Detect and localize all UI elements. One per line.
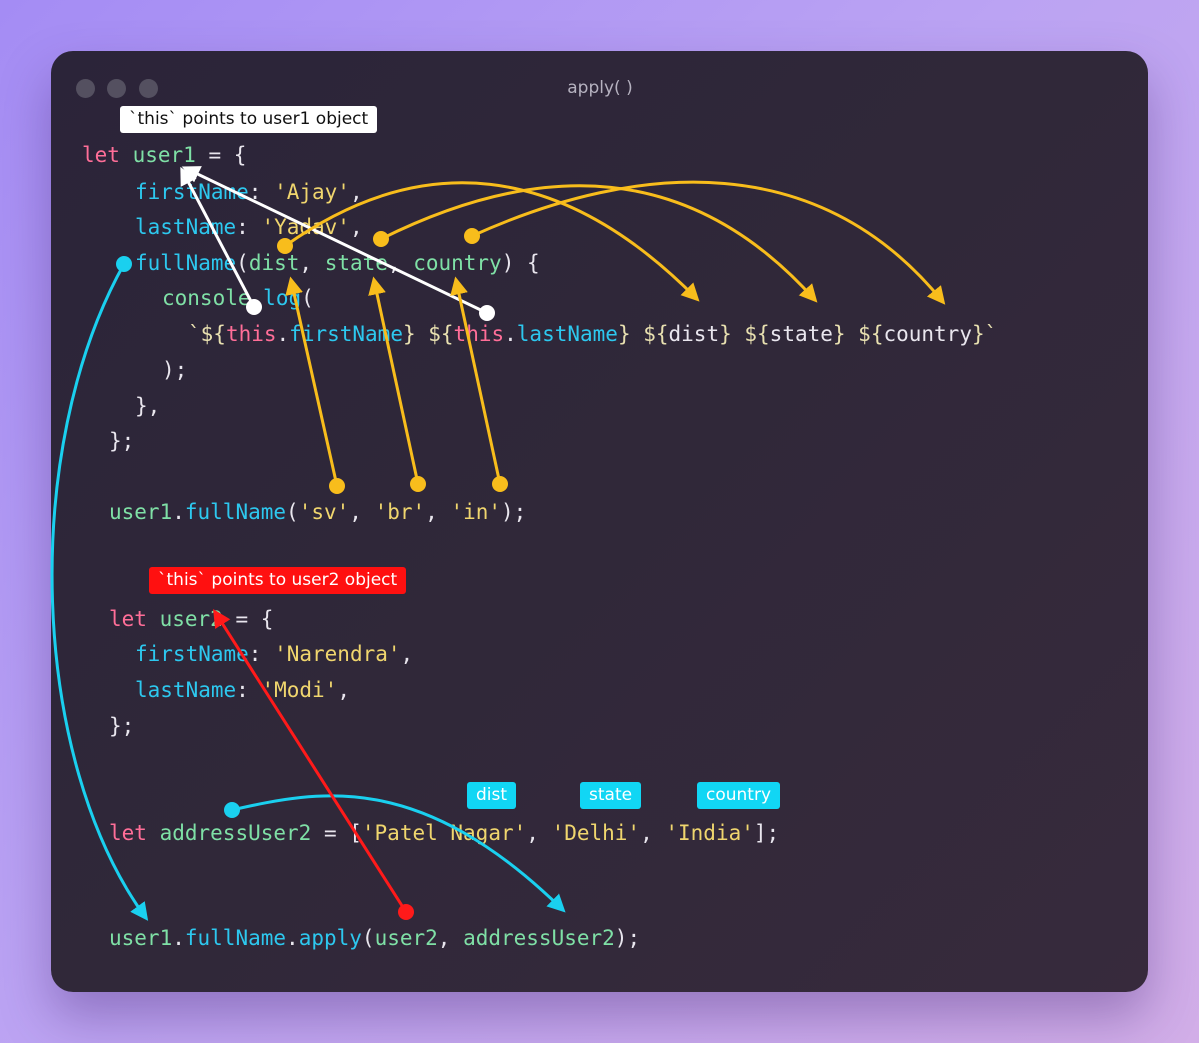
arrow-param-country	[471, 180, 946, 305]
arrow-param-dist	[284, 181, 700, 302]
arrow-origin-dot	[329, 478, 345, 494]
arrows-overlay	[50, 166, 946, 921]
arrow-origin-dot	[479, 305, 495, 321]
arrow-origin-dot	[277, 238, 293, 254]
arrow-origin-dot	[224, 802, 240, 818]
arrow-param-state	[380, 184, 818, 303]
arrow-origin-dot	[373, 231, 389, 247]
arrow-origin-dot	[246, 299, 262, 315]
arrow-origin-dot	[464, 228, 480, 244]
arrow-origin-dot	[116, 256, 132, 272]
arrow-this-lastname	[181, 166, 488, 315]
arrow-origin-dot	[398, 904, 414, 920]
arrow-fullname-to-apply	[50, 263, 149, 921]
arrow-origin-dot	[410, 476, 426, 492]
arrow-this-user2	[213, 608, 408, 913]
arrow-arg-sv	[285, 276, 339, 487]
arrow-this-firstname	[180, 166, 256, 308]
arrow-arg-br	[368, 276, 420, 485]
arrow-address-to-apply	[231, 794, 566, 913]
arrow-origin-dot	[492, 476, 508, 492]
